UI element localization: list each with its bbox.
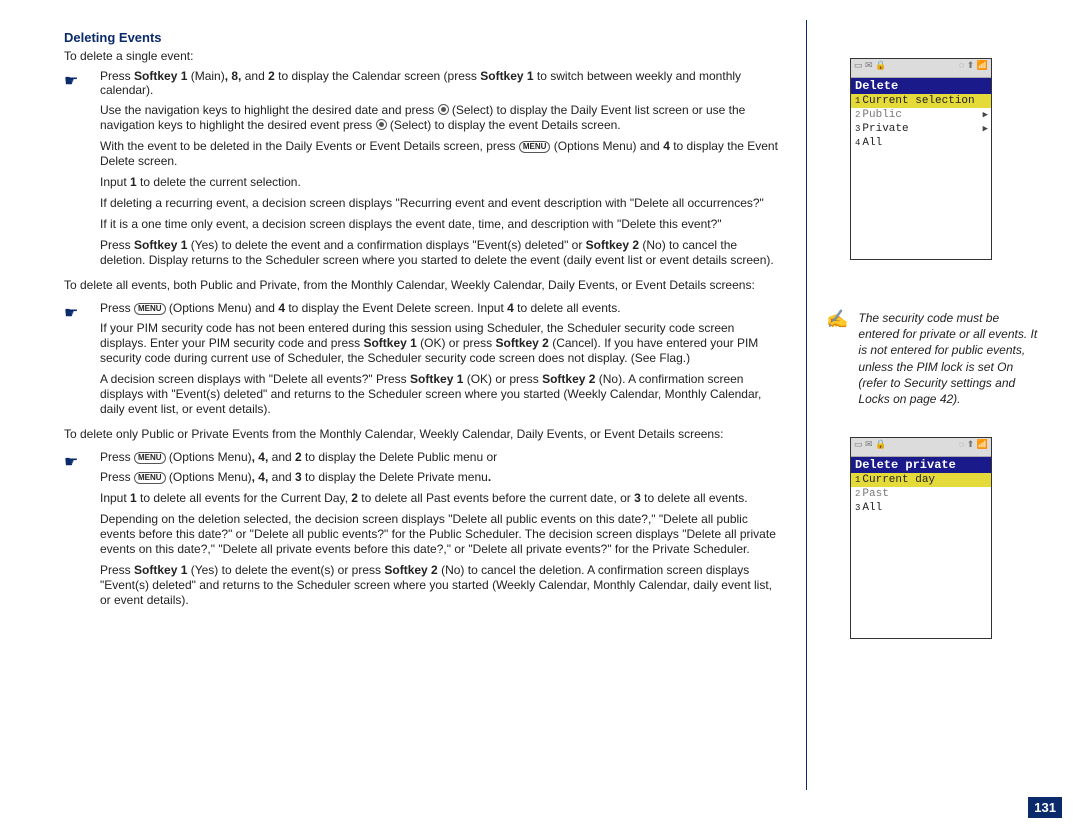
page-number: 131 bbox=[1028, 797, 1062, 818]
step-1-text: Press Softkey 1 (Main), 8, and 2 to disp… bbox=[100, 69, 741, 97]
pointer-icon: ☛ bbox=[64, 303, 78, 323]
screen-body: 1Current day2Past3All bbox=[851, 473, 991, 515]
step-3b: Press MENU (Options Menu), 4, and 3 to d… bbox=[64, 470, 784, 485]
select-dot-icon bbox=[376, 119, 387, 130]
menu-row: 1Current day bbox=[851, 473, 991, 487]
security-note: ✍ The security code must be entered for … bbox=[826, 310, 1040, 407]
submenu-arrow-icon: ▶ bbox=[983, 110, 988, 120]
status-bar: ▭ ✉ 🔒 ◌ ⬆ 📶 bbox=[851, 59, 991, 78]
status-left-icons: ▭ ✉ 🔒 bbox=[854, 60, 886, 76]
pointer-icon: ☛ bbox=[64, 71, 78, 91]
sub-2a: If your PIM security code has not been e… bbox=[64, 321, 784, 366]
phone-screenshot-delete-private: ▭ ✉ 🔒 ◌ ⬆ 📶 Delete private 1Current day2… bbox=[850, 437, 992, 639]
menu-row: 1Current selection bbox=[851, 94, 991, 108]
pointer-icon: ☛ bbox=[64, 452, 78, 472]
screen-title: Delete bbox=[851, 78, 991, 94]
menu-row: 2Past bbox=[851, 487, 991, 501]
sub-3a: Input 1 to delete all events for the Cur… bbox=[64, 491, 784, 506]
screen-title: Delete private bbox=[851, 457, 991, 473]
menu-key-icon: MENU bbox=[134, 303, 166, 315]
right-column: ▭ ✉ 🔒 ◌ ⬆ 📶 Delete 1Current selection2Pu… bbox=[820, 30, 1040, 689]
sub-2b: A decision screen displays with "Delete … bbox=[64, 372, 784, 417]
submenu-arrow-icon: ▶ bbox=[983, 124, 988, 134]
menu-key-icon: MENU bbox=[134, 472, 166, 484]
step-2: ☛ Press MENU (Options Menu) and 4 to dis… bbox=[64, 301, 784, 315]
section-heading: Deleting Events bbox=[64, 30, 784, 45]
sub-1b: With the event to be deleted in the Dail… bbox=[64, 139, 784, 169]
menu-row: 2Public▶ bbox=[851, 108, 991, 122]
status-bar: ▭ ✉ 🔒 ◌ ⬆ 📶 bbox=[851, 438, 991, 457]
status-right-icons: ◌ ⬆ 📶 bbox=[959, 60, 988, 76]
sub-3b: Depending on the deletion selected, the … bbox=[64, 512, 784, 557]
sub-1e: If it is a one time only event, a decisi… bbox=[64, 217, 784, 232]
menu-key-icon: MENU bbox=[519, 141, 551, 153]
step-1: ☛ Press Softkey 1 (Main), 8, and 2 to di… bbox=[64, 69, 784, 97]
screen-body: 1Current selection2Public▶3Private▶4All bbox=[851, 94, 991, 150]
sub-3c: Press Softkey 1 (Yes) to delete the even… bbox=[64, 563, 784, 608]
intro-text: To delete a single event: bbox=[64, 49, 784, 63]
menu-key-icon: MENU bbox=[134, 452, 166, 464]
step-3a-text: Press MENU (Options Menu), 4, and 2 to d… bbox=[100, 450, 497, 464]
sub-1f: Press Softkey 1 (Yes) to delete the even… bbox=[64, 238, 784, 268]
main-text-column: Deleting Events To delete a single event… bbox=[64, 30, 784, 614]
sub-1d: If deleting a recurring event, a decisio… bbox=[64, 196, 784, 211]
phone-screenshot-delete: ▭ ✉ 🔒 ◌ ⬆ 📶 Delete 1Current selection2Pu… bbox=[850, 58, 992, 260]
status-left-icons: ▭ ✉ 🔒 bbox=[854, 439, 886, 455]
column-divider bbox=[806, 20, 807, 790]
select-dot-icon bbox=[438, 104, 449, 115]
sub-1c: Input 1 to delete the current selection. bbox=[64, 175, 784, 190]
step-2-text: Press MENU (Options Menu) and 4 to displ… bbox=[100, 301, 621, 315]
between-1: To delete all events, both Public and Pr… bbox=[64, 278, 784, 293]
between-2: To delete only Public or Private Events … bbox=[64, 427, 784, 442]
status-right-icons: ◌ ⬆ 📶 bbox=[959, 439, 988, 455]
menu-row: 4All bbox=[851, 136, 991, 150]
note-hand-icon: ✍ bbox=[826, 310, 848, 407]
step-3a: ☛ Press MENU (Options Menu), 4, and 2 to… bbox=[64, 450, 784, 464]
menu-row: 3All bbox=[851, 501, 991, 515]
note-text: The security code must be entered for pr… bbox=[858, 310, 1040, 407]
menu-row: 3Private▶ bbox=[851, 122, 991, 136]
sub-1a: Use the navigation keys to highlight the… bbox=[64, 103, 784, 133]
